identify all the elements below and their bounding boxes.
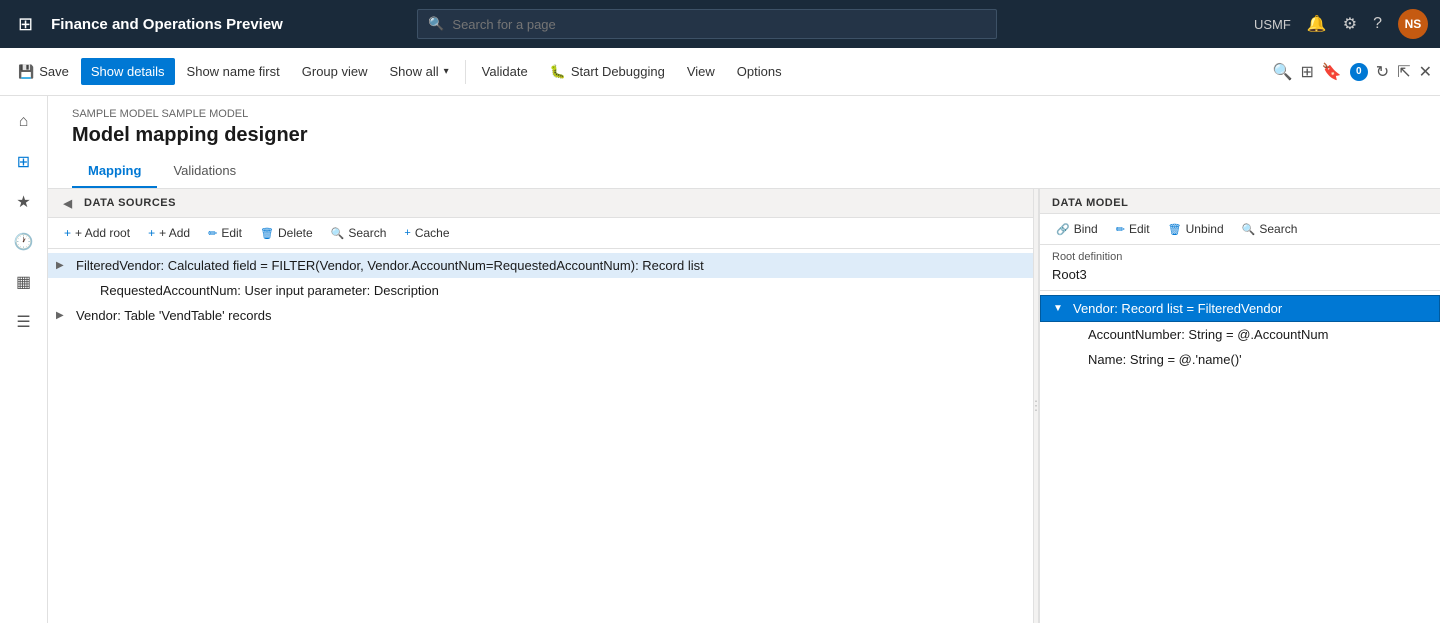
plus-icon-2: + [148, 226, 155, 240]
open-in-new-icon[interactable]: ⇱ [1397, 62, 1410, 82]
unbind-button[interactable]: 🗑 Unbind [1160, 218, 1232, 240]
search-ds-icon: 🔍 [331, 227, 345, 240]
toolbar-separator-1 [465, 60, 466, 84]
badge-icon: 0 [1350, 63, 1368, 81]
search-bar[interactable]: 🔍 [417, 9, 997, 39]
panel-expand-btn[interactable]: ◀ [60, 195, 76, 211]
validate-button[interactable]: Validate [472, 58, 538, 85]
data-model-toolbar: 🔗 Bind ✏ Edit 🗑 Unbind 🔍 Search [1040, 214, 1440, 245]
save-icon: 💾 [18, 64, 34, 80]
debug-icon: 🐛 [550, 64, 566, 80]
search-icon: 🔍 [428, 16, 444, 32]
notification-icon[interactable]: 🔔 [1307, 14, 1327, 34]
tree-item-vendor[interactable]: ▶ Vendor: Table 'VendTable' records [48, 303, 1039, 328]
avatar[interactable]: NS [1398, 9, 1428, 39]
settings-icon[interactable]: ⚙ [1343, 14, 1357, 34]
start-debugging-button[interactable]: 🐛 Start Debugging [540, 58, 675, 86]
chevron-right-icon-2: ▶ [56, 310, 70, 321]
tab-mapping[interactable]: Mapping [72, 155, 157, 188]
bind-icon: 🔗 [1056, 223, 1070, 236]
content-area: SAMPLE MODEL SAMPLE MODEL Model mapping … [48, 96, 1440, 623]
chevron-down-filled-icon: ▼ [1053, 303, 1067, 314]
main-toolbar: 💾 Save Show details Show name first Grou… [0, 48, 1440, 96]
top-nav-right: USMF 🔔 ⚙ ? NS [1254, 9, 1428, 39]
refresh-icon[interactable]: ↻ [1376, 62, 1389, 82]
data-sources-tree: ▶ FilteredVendor: Calculated field = FIL… [48, 249, 1039, 623]
delete-button[interactable]: 🗑 Delete [252, 222, 321, 244]
search-toolbar-icon[interactable]: 🔍 [1273, 62, 1293, 82]
search-dm-icon: 🔍 [1242, 223, 1256, 236]
data-model-panel: DATA MODEL 🔗 Bind ✏ Edit 🗑 Unbind [1040, 189, 1440, 623]
edit-dm-button[interactable]: ✏ Edit [1108, 218, 1158, 240]
dm-item-account-number[interactable]: AccountNumber: String = @.AccountNum [1040, 322, 1440, 347]
data-sources-toolbar: + + Add root + + Add ✏ Edit 🗑 Delete [48, 218, 1039, 249]
sidebar: ⌂ ⊞ ★ 🕐 ▦ ☰ [0, 96, 48, 623]
tree-item-filtered-vendor[interactable]: ▶ FilteredVendor: Calculated field = FIL… [48, 253, 1039, 278]
search-input[interactable] [452, 17, 986, 32]
add-button[interactable]: + + Add [140, 222, 198, 244]
chevron-down-icon: ▾ [444, 66, 449, 77]
top-nav: ⊞ Finance and Operations Preview 🔍 USMF … [0, 0, 1440, 48]
edit-ds-button[interactable]: ✏ Edit [200, 222, 250, 244]
personalize-icon[interactable]: ⊞ [1300, 62, 1313, 82]
data-sources-header: ◀ DATA SOURCES [48, 189, 1039, 218]
options-button[interactable]: Options [727, 58, 792, 85]
bookmark-icon[interactable]: 🔖 [1322, 62, 1342, 82]
cache-button[interactable]: + Cache [396, 222, 457, 244]
sidebar-icon-recent[interactable]: 🕐 [6, 224, 42, 260]
save-button[interactable]: 💾 Save [8, 58, 79, 86]
edit-icon: ✏ [208, 227, 217, 240]
sidebar-icon-home[interactable]: ⌂ [6, 104, 42, 140]
dm-item-name[interactable]: Name: String = @.'name()' [1040, 347, 1440, 372]
show-details-button[interactable]: Show details [81, 58, 175, 85]
search-dm-button[interactable]: 🔍 Search [1234, 218, 1306, 240]
group-view-button[interactable]: Group view [292, 58, 378, 85]
show-name-first-button[interactable]: Show name first [177, 58, 290, 85]
grid-icon[interactable]: ⊞ [12, 8, 39, 41]
view-button[interactable]: View [677, 58, 725, 85]
chevron-right-icon: ▶ [56, 260, 70, 271]
show-all-button[interactable]: Show all ▾ [380, 58, 459, 85]
bind-button[interactable]: 🔗 Bind [1048, 218, 1106, 240]
main-layout: ⌂ ⊞ ★ 🕐 ▦ ☰ SAMPLE MODEL SAMPLE MODEL Mo… [0, 96, 1440, 623]
plus-icon: + [64, 226, 71, 240]
page-title: Model mapping designer [72, 124, 1416, 147]
unbind-icon: 🗑 [1168, 223, 1182, 236]
tab-validations[interactable]: Validations [157, 155, 252, 188]
close-icon[interactable]: ✕ [1419, 62, 1432, 82]
edit-dm-icon: ✏ [1116, 223, 1125, 236]
breadcrumb: SAMPLE MODEL SAMPLE MODEL [72, 108, 1416, 120]
tree-item-requested-account-num[interactable]: RequestedAccountNum: User input paramete… [48, 278, 1039, 303]
root-definition-label: Root definition [1040, 245, 1440, 265]
dm-item-vendor-record[interactable]: ▼ Vendor: Record list = FilteredVendor [1040, 295, 1440, 322]
tabs: Mapping Validations [72, 155, 1416, 188]
data-sources-panel: ◀ DATA SOURCES + + Add root + + Add ✏ Ed… [48, 189, 1040, 623]
page-header: SAMPLE MODEL SAMPLE MODEL Model mapping … [48, 96, 1440, 189]
sidebar-icon-favorites[interactable]: ★ [6, 184, 42, 220]
sidebar-icon-list[interactable]: ☰ [6, 304, 42, 340]
root-definition-value: Root3 [1040, 265, 1440, 291]
add-root-button[interactable]: + + Add root [56, 222, 138, 244]
data-model-tree: ▼ Vendor: Record list = FilteredVendor A… [1040, 291, 1440, 623]
sidebar-icon-filter[interactable]: ⊞ [6, 144, 42, 180]
sidebar-icon-workspaces[interactable]: ▦ [6, 264, 42, 300]
work-area: ◀ DATA SOURCES + + Add root + + Add ✏ Ed… [48, 189, 1440, 623]
resize-handle[interactable]: ⋮ [1033, 189, 1039, 623]
help-icon[interactable]: ? [1373, 15, 1382, 33]
search-ds-button[interactable]: 🔍 Search [323, 222, 395, 244]
region-label[interactable]: USMF [1254, 17, 1291, 32]
delete-icon: 🗑 [260, 227, 274, 240]
data-model-header: DATA MODEL [1040, 189, 1440, 214]
cache-icon: + [404, 227, 410, 239]
app-title: Finance and Operations Preview [51, 16, 283, 33]
